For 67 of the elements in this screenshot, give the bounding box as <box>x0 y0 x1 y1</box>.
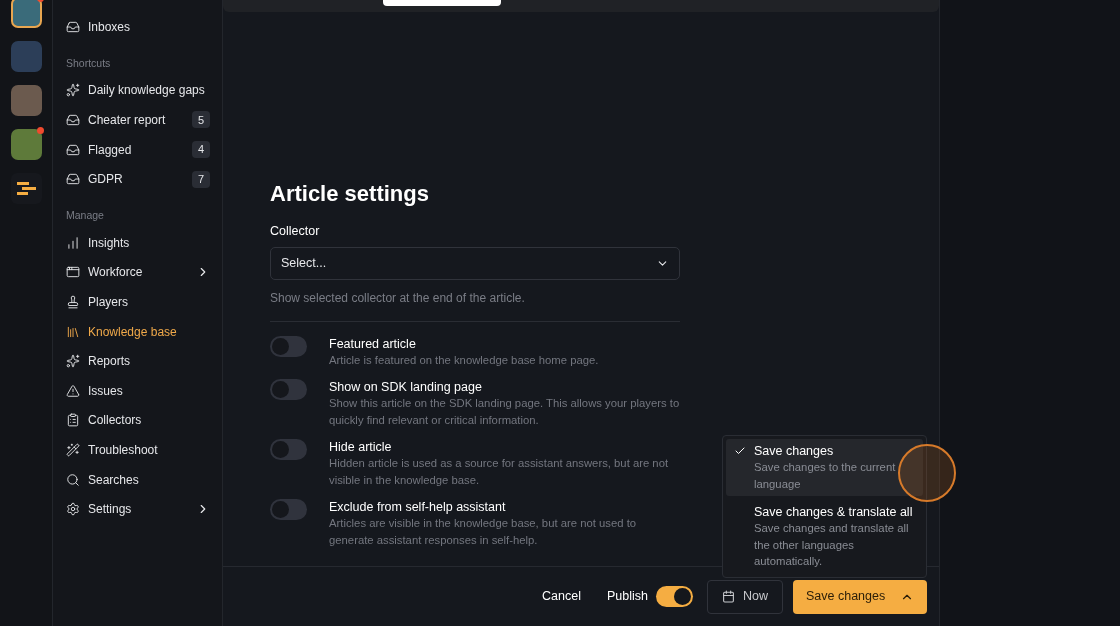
sidebar-item[interactable]: Settings <box>53 494 222 524</box>
count-badge: 7 <box>192 170 210 188</box>
collector-dropdown[interactable]: Select... <box>270 246 680 280</box>
game-thumbnail[interactable] <box>10 41 42 72</box>
nav-icon <box>66 83 80 98</box>
sidebar-item[interactable]: Players <box>53 287 222 317</box>
nav-icon <box>66 113 80 127</box>
nav-icon <box>66 354 80 369</box>
toggle-label: Featured article <box>329 335 417 352</box>
save-button[interactable]: Save changes <box>793 579 927 614</box>
sidebar-item[interactable]: Troubleshoot <box>53 435 222 465</box>
count-badge: 4 <box>192 141 210 159</box>
publish-label: Publish <box>607 588 648 606</box>
sidebar-item[interactable]: GDPR 7 <box>53 164 222 194</box>
toggle-label: Hide article <box>329 439 393 456</box>
nav-icon <box>66 172 80 187</box>
menu-item[interactable]: Save changes & translate all Save changes and translate all the other languages automatically. <box>726 500 923 574</box>
schedule-button[interactable]: Now <box>707 579 783 614</box>
sidebar-item[interactable]: Knowledge base <box>53 316 222 347</box>
nav-icon <box>66 142 80 157</box>
toggle-switch[interactable] <box>270 335 307 357</box>
check-icon <box>734 445 746 457</box>
sidebar-item[interactable]: Reports <box>53 346 222 376</box>
sidebar-item[interactable]: Cheater report 5 <box>53 105 222 135</box>
section-heading: Shortcuts <box>65 55 112 71</box>
toggle-label: Exclude from self-help assistant <box>329 499 507 516</box>
game-thumbnail[interactable] <box>10 85 42 116</box>
nav-icon <box>66 294 80 309</box>
sidebar-item[interactable]: Searches <box>53 464 222 495</box>
click-indicator <box>898 444 956 502</box>
toggle-description: Articles are visible in the knowledge base, but are not used to generate assistant responses in self-help. <box>329 516 638 548</box>
nav-icon <box>66 442 80 457</box>
count-badge: 5 <box>192 111 210 129</box>
sidebar-item[interactable]: Collectors <box>53 405 222 436</box>
field-label: Collector <box>270 223 321 240</box>
toggle-switch[interactable] <box>656 586 693 607</box>
sidebar-item[interactable]: Workforce <box>53 257 222 288</box>
nav-icon <box>66 265 80 280</box>
nav-icon <box>66 19 80 34</box>
sidebar-item[interactable]: Issues <box>53 375 222 406</box>
menu-item[interactable]: Save changes Save changes to the current language <box>726 439 923 496</box>
sidebar-item[interactable]: Inboxes <box>53 12 222 42</box>
sidebar-item[interactable]: Flagged 4 <box>53 134 222 165</box>
nav-icon <box>66 413 80 428</box>
section-title: Article settings <box>270 180 430 208</box>
cancel-button[interactable]: Cancel <box>534 579 589 614</box>
toggle-label: Show on SDK landing page <box>329 379 483 396</box>
game-thumbnail[interactable] <box>10 0 42 28</box>
calendar-icon <box>722 590 735 603</box>
game-thumbnail[interactable] <box>10 129 42 160</box>
toggle-switch[interactable] <box>270 439 307 461</box>
nav-icon <box>66 324 80 339</box>
toggle-description: Article is featured on the knowledge base home page. <box>329 352 599 368</box>
help-text: Show selected collector at the end of the article. <box>270 289 526 307</box>
nav-icon <box>66 235 80 250</box>
logo-icon[interactable] <box>10 173 42 204</box>
sidebar-item[interactable]: Insights <box>53 227 222 258</box>
nav-icon <box>66 502 80 517</box>
toggle-switch[interactable] <box>270 379 307 401</box>
toggle-description: Hidden article is used as a source for assistant answers, but are not visible in the knowledge base. <box>329 456 670 488</box>
nav-icon <box>66 383 80 398</box>
toggle-switch[interactable] <box>270 499 307 521</box>
toggle-description: Show this article on the SDK landing page. This allows your players to quickly find relevant or critical information. <box>329 396 680 428</box>
sidebar-item[interactable]: Daily knowledge gaps <box>53 75 222 106</box>
nav-icon <box>66 472 80 487</box>
toolbar-tab[interactable] <box>383 0 501 6</box>
section-heading: Manage <box>65 208 105 224</box>
